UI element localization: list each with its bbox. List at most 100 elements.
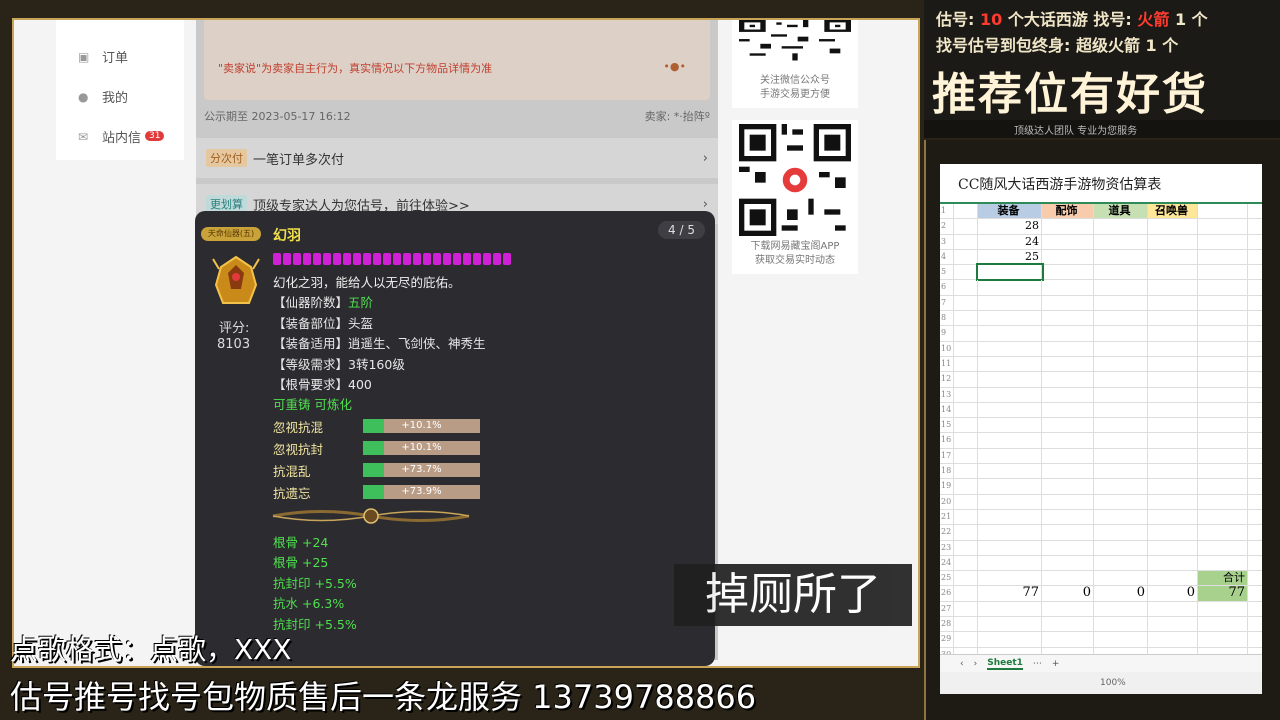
sheet-cell[interactable] — [978, 617, 1042, 632]
sheet-cell[interactable] — [1148, 418, 1198, 433]
sheet-cell[interactable] — [1148, 448, 1198, 464]
sheet-cell[interactable] — [954, 448, 978, 464]
sheet-cell[interactable] — [1148, 219, 1198, 234]
sheet-cell[interactable] — [978, 509, 1042, 525]
installment-row[interactable]: 分次付 一笔订单多次付 › — [196, 138, 718, 178]
sheet-cell[interactable]: 25 — [978, 249, 1042, 265]
sheet-cell[interactable] — [954, 295, 978, 311]
sheet-cell[interactable] — [1042, 494, 1094, 509]
sheet-cell[interactable] — [954, 494, 978, 509]
sheet-cell[interactable] — [1148, 509, 1198, 525]
sheet-cell[interactable] — [1094, 448, 1148, 464]
sheet-cell[interactable] — [954, 525, 978, 540]
sheet-cell[interactable] — [1094, 509, 1148, 525]
sheet-cell[interactable] — [1094, 311, 1148, 326]
sheet-cell[interactable]: 0 — [1148, 586, 1198, 601]
sheet-cell[interactable] — [978, 341, 1042, 356]
sheet-cell[interactable] — [1094, 326, 1148, 341]
sheet-cell[interactable] — [954, 341, 978, 356]
sheet-cell[interactable] — [1148, 265, 1198, 280]
sheet-cell[interactable] — [954, 555, 978, 571]
sheet-cell[interactable] — [1198, 311, 1248, 326]
sheet-cell[interactable] — [1148, 311, 1198, 326]
sheet-cell[interactable] — [1094, 387, 1148, 402]
sheet-cell[interactable] — [1094, 280, 1148, 295]
sheet-cell[interactable] — [1148, 295, 1198, 311]
sheet-cell[interactable] — [1198, 464, 1248, 479]
sheet-cell[interactable] — [1148, 372, 1198, 387]
sheet-cell[interactable] — [1198, 402, 1248, 418]
sheet-cell[interactable]: 77 — [1198, 586, 1248, 601]
more-icon[interactable]: •●• — [663, 60, 686, 73]
sheet-cell[interactable] — [1042, 341, 1094, 356]
sheet-cell[interactable] — [1148, 525, 1198, 540]
sheet-cell[interactable] — [1198, 295, 1248, 311]
sheet-cell[interactable]: 28 — [978, 219, 1042, 234]
sheet-cell[interactable] — [1198, 601, 1248, 617]
column-header[interactable]: 道具 — [1094, 204, 1148, 219]
sheet-cell[interactable] — [954, 234, 978, 249]
sheet-cell[interactable] — [1094, 494, 1148, 509]
sheet-cell[interactable] — [954, 356, 978, 372]
sheet-cell[interactable] — [1042, 617, 1094, 632]
sheet-cell[interactable] — [1198, 617, 1248, 632]
sheet-cell[interactable] — [1042, 571, 1094, 586]
sheet-cell[interactable] — [1148, 464, 1198, 479]
sheet-cell[interactable] — [1042, 632, 1094, 647]
sheet-cell[interactable] — [1094, 341, 1148, 356]
sheet-cell[interactable] — [1198, 448, 1248, 464]
sidebar-item-messages[interactable]: ✉ 站内信 31 — [56, 116, 184, 156]
sheet-cell[interactable] — [1198, 249, 1248, 265]
sheet-cell[interactable] — [1148, 387, 1198, 402]
sheet-cell[interactable] — [954, 280, 978, 295]
sheet-cell[interactable] — [1148, 326, 1198, 341]
sheet-tab[interactable]: Sheet1 — [987, 658, 1023, 670]
sheet-cell[interactable] — [1148, 540, 1198, 555]
sheet-cell[interactable] — [1094, 402, 1148, 418]
sheet-cell[interactable] — [978, 494, 1042, 509]
sheet-cell[interactable] — [1148, 494, 1198, 509]
sheet-cell[interactable] — [1094, 234, 1148, 249]
sheet-cell[interactable] — [978, 555, 1042, 571]
sheet-cell[interactable] — [1042, 372, 1094, 387]
sheet-cell[interactable] — [1094, 356, 1148, 372]
sheet-cell[interactable]: 0 — [1042, 586, 1094, 601]
sheet-cell[interactable] — [978, 372, 1042, 387]
tooltip-pager[interactable]: 4 / 5 — [658, 221, 705, 239]
column-header[interactable]: 召唤兽 — [1148, 204, 1198, 219]
sheet-cell[interactable] — [1042, 219, 1094, 234]
sheet-cell[interactable] — [1148, 341, 1198, 356]
sheet-cell[interactable] — [1042, 295, 1094, 311]
sheet-cell[interactable] — [1094, 632, 1148, 647]
sheet-cell[interactable] — [1148, 632, 1198, 647]
sheet-cell[interactable] — [1198, 234, 1248, 249]
sheet-cell[interactable] — [1148, 479, 1198, 494]
sheet-cell[interactable] — [1148, 356, 1198, 372]
sheet-cell[interactable] — [1042, 601, 1094, 617]
sheet-cell[interactable] — [954, 464, 978, 479]
sheet-cell[interactable] — [954, 204, 978, 219]
sheet-cell[interactable] — [1198, 372, 1248, 387]
zoom-level[interactable]: 100% — [1100, 678, 1126, 688]
sheet-cell[interactable] — [1198, 494, 1248, 509]
sheet-cell[interactable] — [1148, 249, 1198, 265]
sheet-cell[interactable] — [978, 418, 1042, 433]
sheet-cell[interactable] — [954, 265, 978, 280]
sheet-cell[interactable] — [1094, 540, 1148, 555]
column-header[interactable] — [1198, 204, 1248, 219]
sheet-cell[interactable]: 0 — [1094, 586, 1148, 601]
sheet-cell[interactable] — [1198, 540, 1248, 555]
sheet-cell[interactable] — [1198, 479, 1248, 494]
sheet-cell[interactable] — [954, 632, 978, 647]
sheet-cell[interactable] — [1094, 295, 1148, 311]
sheet-cell[interactable] — [1042, 509, 1094, 525]
sheet-cell[interactable] — [1094, 571, 1148, 586]
column-header[interactable]: 装备 — [978, 204, 1042, 219]
sheet-cell[interactable] — [1198, 418, 1248, 433]
column-header[interactable]: 配饰 — [1042, 204, 1094, 219]
sheet-cell[interactable] — [1094, 433, 1148, 448]
sheet-cell[interactable] — [1042, 249, 1094, 265]
sheet-cell[interactable] — [1148, 433, 1198, 448]
sheet-cell[interactable] — [1042, 402, 1094, 418]
sheet-cell[interactable] — [954, 402, 978, 418]
